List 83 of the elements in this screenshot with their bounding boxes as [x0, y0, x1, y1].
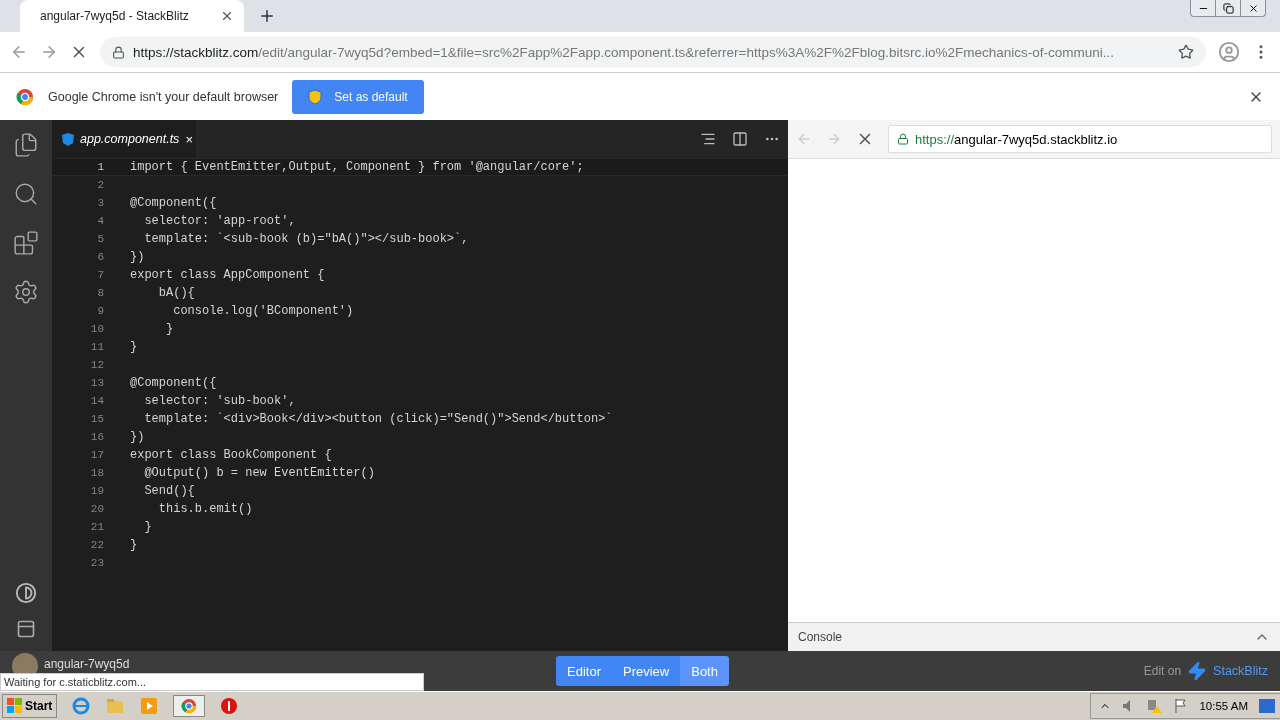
forward-icon[interactable] — [40, 43, 58, 61]
line-number: 6 — [96, 251, 104, 263]
lock-icon — [897, 133, 909, 145]
profile-icon[interactable] — [1218, 41, 1240, 63]
bolt-icon — [1187, 661, 1208, 681]
address-bar[interactable]: https://stackblitz.com/edit/angular-7wyq5d?embed=1&file=src%2Fapp%2Fapp.component.ts&referrer=https%3A%2F%2Fblog.bitsrc.io%2Fmechanics-of-communi... — [100, 37, 1206, 67]
preview-url-field[interactable]: https://angular-7wyq5d.stackblitz.io — [888, 125, 1272, 153]
browser-tab[interactable]: angular-7wyq5d - StackBlitz — [20, 0, 244, 32]
lock-icon — [112, 45, 125, 59]
line-number: 3 — [96, 197, 104, 209]
file-tab[interactable]: app.component.ts × — [52, 120, 196, 158]
code-line: } — [130, 340, 138, 354]
tab-title: angular-7wyq5d - StackBlitz — [40, 9, 190, 23]
outline-icon[interactable] — [700, 131, 716, 147]
code-line: template: `<sub-book (b)="bA()"></sub-book>`, — [143, 232, 469, 246]
code-line: export class AppComponent { — [130, 268, 325, 282]
extensions-icon[interactable] — [13, 230, 39, 256]
code-line: selector: 'app-root', — [143, 214, 296, 228]
set-default-button[interactable]: Set as default — [292, 79, 424, 114]
code-line: bA(){ — [157, 286, 195, 300]
status-bubble: Waiting for c.staticblitz.com... — [0, 673, 424, 691]
windows-logo-icon — [7, 698, 23, 714]
files-icon[interactable] — [13, 132, 39, 158]
code-line: console.log('BComponent') — [172, 304, 354, 318]
clock: 10:55 AM — [1199, 700, 1248, 712]
start-button[interactable]: Start — [2, 694, 58, 718]
code-line: }) — [130, 250, 145, 264]
code-line: @Output() b = new EventEmitter() — [143, 466, 375, 480]
code-line: selector: 'sub-book', — [143, 394, 296, 408]
code-line: } — [130, 538, 138, 552]
line-number: 2 — [96, 179, 104, 191]
close-icon[interactable] — [1247, 2, 1259, 14]
line-number: 15 — [89, 413, 104, 425]
console-bar[interactable]: Console — [788, 622, 1280, 651]
line-number: 20 — [89, 503, 104, 515]
line-number: 17 — [89, 449, 104, 461]
close-icon[interactable] — [220, 9, 234, 23]
close-icon[interactable]: × — [185, 131, 193, 147]
brand-link[interactable]: StackBlitz — [1213, 664, 1268, 678]
code-line: template: `<div>Book</div><button (click)="Send()">Send</button>` — [143, 412, 613, 426]
back-icon[interactable] — [10, 43, 28, 61]
line-number: 23 — [89, 557, 104, 569]
line-number: 5 — [96, 233, 104, 245]
split-icon[interactable] — [732, 131, 748, 147]
line-number: 21 — [89, 521, 104, 533]
edit-on-label: Edit on — [1143, 664, 1182, 678]
line-number: 16 — [89, 431, 104, 443]
line-number: 14 — [89, 395, 104, 407]
code-line: export class BookComponent { — [130, 448, 332, 462]
line-number: 10 — [89, 323, 104, 335]
stop-sign-icon[interactable] — [219, 696, 240, 716]
line-number: 7 — [96, 269, 104, 281]
view-toggle[interactable]: Editor — [556, 656, 612, 686]
theme-icon[interactable] — [15, 582, 37, 604]
code-line: Send(){ — [143, 484, 195, 498]
view-toggle[interactable]: Preview — [611, 656, 681, 686]
line-number: 11 — [89, 341, 104, 353]
layout-icon[interactable] — [16, 619, 36, 639]
code-line: }) — [130, 430, 145, 444]
line-number: 13 — [89, 377, 104, 389]
infobar-message: Google Chrome isn't your default browser — [48, 89, 279, 104]
code-line: } — [143, 520, 152, 534]
browser-logo-icon — [16, 87, 34, 106]
shield-icon — [308, 88, 323, 105]
line-number: 22 — [89, 539, 104, 551]
line-number: 4 — [96, 215, 104, 227]
code-line: this.b.emit() — [157, 502, 253, 516]
line-number: 18 — [89, 467, 104, 479]
code-line: @Component({ — [130, 376, 217, 390]
project-name: angular-7wyq5d — [44, 657, 130, 671]
settings-icon[interactable] — [13, 279, 39, 305]
line-number: 12 — [89, 359, 104, 371]
line-number: 8 — [96, 287, 104, 299]
code-line: } — [165, 322, 174, 336]
code-line: import { EventEmitter,Output, Component } from '@angular/core'; — [130, 160, 584, 174]
restore-icon[interactable] — [1222, 2, 1234, 14]
line-number: 19 — [89, 485, 104, 497]
star-icon[interactable] — [1178, 44, 1194, 60]
line-number: 1 — [96, 161, 104, 173]
code-line: @Component({ — [130, 196, 217, 210]
new-tab-icon[interactable] — [258, 7, 276, 25]
line-number: 9 — [96, 305, 104, 317]
search-icon[interactable] — [13, 181, 39, 207]
